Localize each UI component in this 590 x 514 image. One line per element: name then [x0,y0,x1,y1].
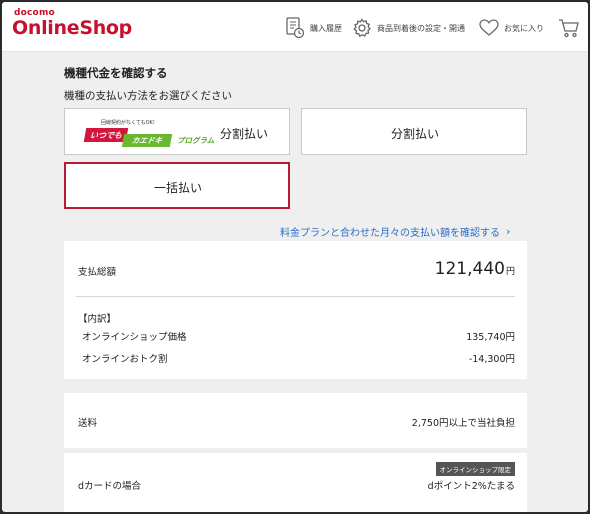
summary-divider [76,296,515,297]
online-discount-label: オンラインおトク割 [82,354,168,365]
setup-activation-label: 商品到着後の設定・開通 [377,23,465,33]
favorites-label: お気に入り [504,23,544,33]
option-installment-label: 分割払い [391,127,440,141]
total-amount-value: 121,440 [434,259,505,279]
shipping-value: 2,750円以上で当社負担 [411,418,515,429]
online-shop-price-value: 135,740円 [466,332,515,343]
receipt-clock-icon [285,17,305,39]
page-frame: docomo OnlineShop 購入履歴 商品到着後の設定・開通 お気に入り… [2,2,588,512]
promo-badge-itsudemo: いつでも [83,128,129,142]
option-lump-sum[interactable]: 一括払い [64,162,290,209]
payment-method-prompt: 機種の支払い方法をお選びください [64,90,232,102]
dcard-card: オンラインショップ限定 dカードの場合 dポイント2%たまる [64,453,527,512]
option-kaedoki-installment[interactable]: 回線契約がなくてもOK! いつでも カエドキ プログラム 分割払い [64,108,290,155]
purchase-history-label: 購入履歴 [310,23,342,33]
cart-link[interactable] [558,17,580,39]
monthly-payment-link[interactable]: 料金プランと合わせた月々の支払い額を確認する › [280,224,510,239]
favorites-link[interactable]: お気に入り [479,17,544,39]
onlineshop-logo[interactable]: OnlineShop [12,17,132,39]
total-amount: 121,440円 [435,259,515,279]
monthly-payment-link-text: 料金プランと合わせた月々の支払い額を確認する [280,228,500,239]
gear-icon [352,18,372,38]
online-limited-tag: オンラインショップ限定 [435,462,515,476]
online-discount-value: -14,300円 [468,354,515,365]
promo-program-text: プログラム [177,136,215,145]
option-kaedoki-label: 分割払い [220,127,269,141]
breakdown-title: 【内訳】 [78,314,117,325]
total-label: 支払総額 [78,267,117,278]
chevron-right-icon: › [506,225,511,238]
shipping-label: 送料 [78,418,98,429]
total-amount-unit: 円 [505,267,515,277]
promo-badge-kaedoki: カエドキ [121,134,173,147]
purchase-history-link[interactable]: 購入履歴 [285,17,342,39]
heart-icon [479,19,499,37]
option-lump-sum-label: 一括払い [154,181,203,195]
cart-icon [558,18,580,38]
shipping-card: 送料 2,750円以上で当社負担 [64,393,527,448]
promo-tagline: 回線契約がなくてもOK! [101,120,155,126]
site-header: docomo OnlineShop 購入履歴 商品到着後の設定・開通 お気に入り [2,2,588,52]
page-title: 機種代金を確認する [64,66,168,80]
online-shop-price-label: オンラインショップ価格 [82,332,187,343]
setup-activation-link[interactable]: 商品到着後の設定・開通 [352,17,465,39]
payment-summary-card: 支払総額 121,440円 【内訳】 オンラインショップ価格 135,740円 … [64,241,527,379]
option-installment[interactable]: 分割払い [301,108,527,155]
dcard-value: dポイント2%たまる [427,481,515,492]
dcard-label: dカードの場合 [78,481,142,492]
